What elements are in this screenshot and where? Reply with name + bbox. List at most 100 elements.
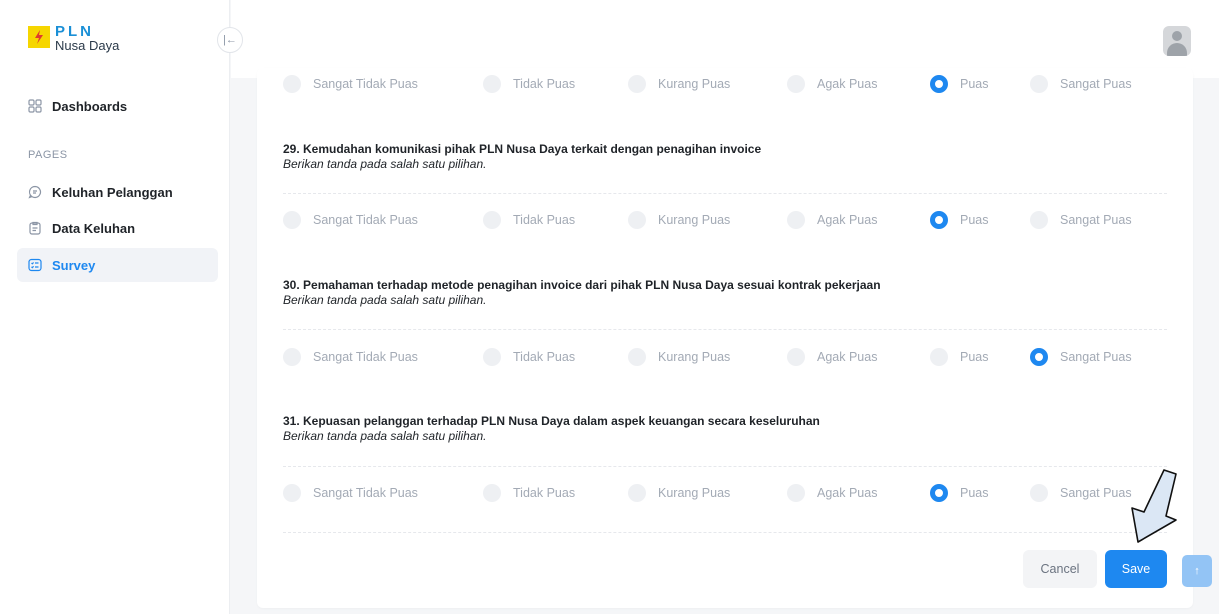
radio-button[interactable] — [483, 484, 501, 502]
option-label: Agak Puas — [817, 77, 878, 91]
option-label: Puas — [960, 486, 989, 500]
pln-lightning-logo-icon — [28, 26, 50, 48]
option-label: Puas — [960, 213, 989, 227]
option-kurang-puas[interactable]: Kurang Puas — [628, 209, 730, 231]
option-tidak-puas[interactable]: Tidak Puas — [483, 482, 575, 504]
option-puas[interactable]: Puas — [930, 346, 989, 368]
message-icon — [28, 185, 42, 199]
radio-button[interactable] — [930, 75, 948, 93]
option-sangat-tidak-puas[interactable]: Sangat Tidak Puas — [283, 346, 418, 368]
option-sangat-puas[interactable]: Sangat Puas — [1030, 482, 1132, 504]
radio-button[interactable] — [283, 484, 301, 502]
radio-button[interactable] — [483, 75, 501, 93]
radio-button[interactable] — [483, 211, 501, 229]
option-label: Kurang Puas — [658, 350, 731, 364]
radio-button[interactable] — [283, 348, 301, 366]
radio-button[interactable] — [1030, 75, 1048, 93]
pointer-arrow-annotation-icon — [1131, 469, 1177, 543]
option-puas[interactable]: Puas — [930, 209, 989, 231]
option-label: Sangat Tidak Puas — [313, 77, 418, 91]
radio-button[interactable] — [283, 211, 301, 229]
question-31: 31. Kepuasan pelanggan terhadap PLN Nusa… — [283, 414, 820, 444]
radio-button[interactable] — [1030, 211, 1048, 229]
option-label: Tidak Puas — [513, 486, 576, 500]
option-kurang-puas[interactable]: Kurang Puas — [628, 346, 730, 368]
option-label: Kurang Puas — [658, 77, 731, 91]
answer-row-31: Sangat Tidak Puas Tidak Puas Kurang Puas Ag… — [0, 482, 1219, 504]
option-sangat-puas[interactable]: Sangat Puas — [1030, 73, 1132, 95]
pln-logo[interactable]: PLN Nusa Daya — [28, 24, 119, 53]
question-30: 30. Pemahaman terhadap metode penagihan … — [283, 278, 881, 308]
divider — [283, 532, 1167, 533]
user-icon — [1172, 31, 1182, 41]
radio-button[interactable] — [787, 484, 805, 502]
sidebar-section-label: PAGES — [28, 149, 68, 161]
option-kurang-puas[interactable]: Kurang Puas — [628, 73, 730, 95]
option-agak-puas[interactable]: Agak Puas — [787, 73, 877, 95]
option-label: Kurang Puas — [658, 486, 731, 500]
option-label: Sangat Puas — [1060, 350, 1132, 364]
divider — [283, 466, 1167, 467]
option-sangat-puas[interactable]: Sangat Puas — [1030, 209, 1132, 231]
option-tidak-puas[interactable]: Tidak Puas — [483, 73, 575, 95]
sidebar-item-keluhan-pelanggan[interactable]: Keluhan Pelanggan — [17, 175, 218, 209]
radio-button[interactable] — [787, 348, 805, 366]
radio-button[interactable] — [628, 484, 646, 502]
avatar[interactable] — [1163, 26, 1191, 56]
radio-button[interactable] — [1030, 348, 1048, 366]
radio-button[interactable] — [930, 484, 948, 502]
option-label: Tidak Puas — [513, 77, 576, 91]
radio-button[interactable] — [930, 348, 948, 366]
option-label: Sangat Tidak Puas — [313, 213, 418, 227]
radio-button[interactable] — [1030, 484, 1048, 502]
option-sangat-puas[interactable]: Sangat Puas — [1030, 346, 1132, 368]
divider — [283, 193, 1167, 194]
sidebar-item-label: Keluhan Pelanggan — [52, 184, 173, 200]
option-tidak-puas[interactable]: Tidak Puas — [483, 346, 575, 368]
option-label: Sangat Tidak Puas — [313, 350, 418, 364]
radio-button[interactable] — [787, 75, 805, 93]
radio-button[interactable] — [930, 211, 948, 229]
question-hint: Berikan tanda pada salah satu pilihan. — [283, 293, 487, 307]
answer-row-28: Sangat Tidak Puas Tidak Puas Kurang Puas Ag… — [0, 73, 1219, 95]
scroll-to-top-button[interactable]: ↑ — [1182, 555, 1212, 587]
option-tidak-puas[interactable]: Tidak Puas — [483, 209, 575, 231]
option-label: Agak Puas — [817, 350, 878, 364]
top-bar — [231, 0, 1219, 78]
sidebar-item-label: Survey — [52, 257, 96, 273]
divider — [283, 329, 1167, 330]
cancel-button[interactable]: Cancel — [1023, 550, 1097, 588]
question-hint: Berikan tanda pada salah satu pilihan. — [283, 157, 487, 171]
question-title: 31. Kepuasan pelanggan terhadap PLN Nusa… — [283, 414, 820, 428]
option-label: Sangat Puas — [1060, 486, 1132, 500]
option-puas[interactable]: Puas — [930, 73, 989, 95]
option-label: Kurang Puas — [658, 213, 731, 227]
option-label: Sangat Tidak Puas — [313, 486, 418, 500]
option-label: Puas — [960, 77, 989, 91]
sidebar-item-label: Dashboards — [52, 98, 128, 114]
radio-button[interactable] — [628, 211, 646, 229]
radio-button[interactable] — [787, 211, 805, 229]
checklist-icon — [28, 258, 42, 272]
option-agak-puas[interactable]: Agak Puas — [787, 209, 877, 231]
radio-button[interactable] — [628, 348, 646, 366]
question-29: 29. Kemudahan komunikasi pihak PLN Nusa … — [283, 142, 761, 172]
option-puas[interactable]: Puas — [930, 482, 989, 504]
radio-button[interactable] — [283, 75, 301, 93]
option-label: Sangat Puas — [1060, 213, 1132, 227]
option-agak-puas[interactable]: Agak Puas — [787, 346, 877, 368]
option-label: Tidak Puas — [513, 350, 576, 364]
option-sangat-tidak-puas[interactable]: Sangat Tidak Puas — [283, 482, 418, 504]
answer-row-29: Sangat Tidak Puas Tidak Puas Kurang Puas Ag… — [0, 209, 1219, 231]
radio-button[interactable] — [628, 75, 646, 93]
sidebar-collapse-button[interactable]: |← — [217, 27, 243, 53]
option-label: Sangat Puas — [1060, 77, 1132, 91]
question-hint: Berikan tanda pada salah satu pilihan. — [283, 429, 487, 443]
option-sangat-tidak-puas[interactable]: Sangat Tidak Puas — [283, 209, 418, 231]
option-sangat-tidak-puas[interactable]: Sangat Tidak Puas — [283, 73, 418, 95]
sidebar-item-survey[interactable]: Survey — [17, 248, 218, 282]
save-button[interactable]: Save — [1105, 550, 1167, 588]
option-kurang-puas[interactable]: Kurang Puas — [628, 482, 730, 504]
radio-button[interactable] — [483, 348, 501, 366]
option-agak-puas[interactable]: Agak Puas — [787, 482, 877, 504]
